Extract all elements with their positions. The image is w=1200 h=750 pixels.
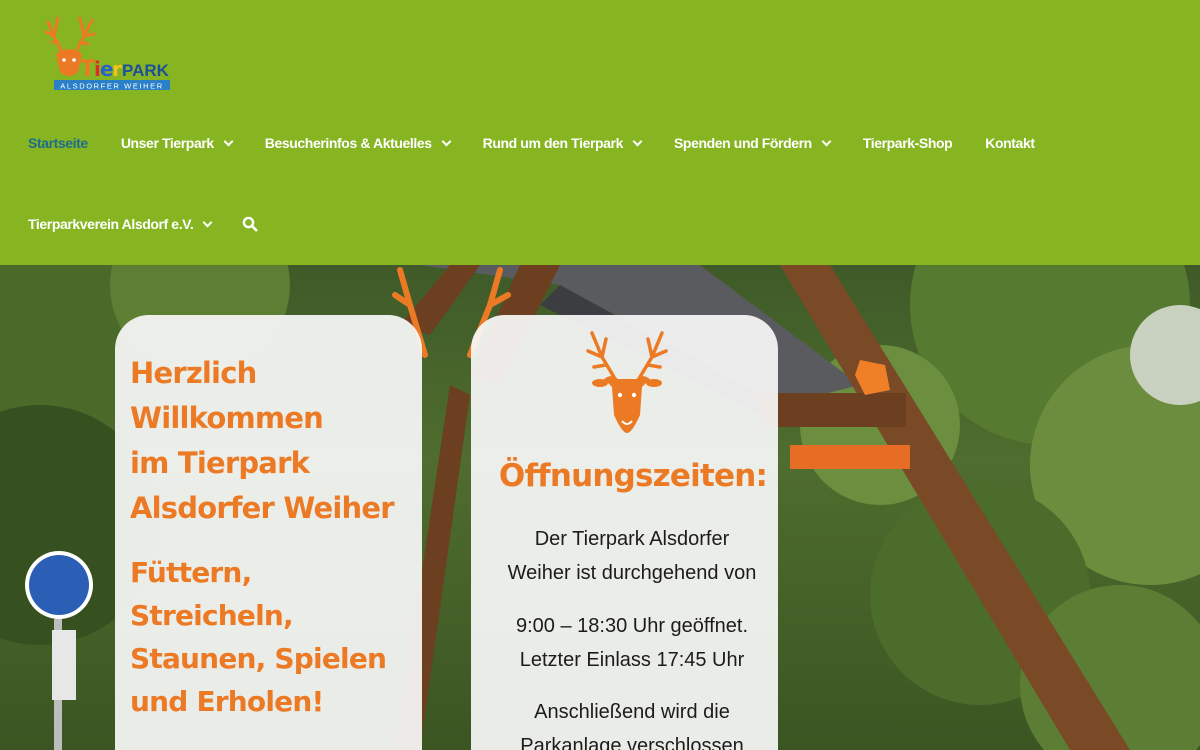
hours-line: Parkanlage verschlossen bbox=[520, 735, 744, 750]
hours-paragraph-3: Anschließend wird die Parkanlage verschl… bbox=[471, 695, 793, 750]
svg-text:PARK: PARK bbox=[122, 61, 170, 80]
hours-line: Weiher ist durchgehend von bbox=[507, 562, 757, 584]
nav-label: Unser Tierpark bbox=[120, 135, 214, 151]
nav-tierparkverein[interactable]: Tierparkverein Alsdorf e.V. bbox=[28, 214, 213, 234]
nav-label: Kontakt bbox=[985, 135, 1035, 151]
opening-hours-card: Öffnungszeiten: Der Tierpark Alsdorfer W… bbox=[471, 315, 778, 750]
welcome-line: Alsdorfer Weiher bbox=[130, 491, 395, 525]
main-nav-row-1: Startseite Unser Tierpark Besucherinfos … bbox=[28, 133, 1068, 153]
nav-label: Tierpark-Shop bbox=[862, 135, 953, 151]
search-icon bbox=[243, 216, 258, 232]
hours-paragraph-2: 9:00 – 18:30 Uhr geöffnet. Letzter Einla… bbox=[471, 609, 793, 677]
tagline-line: und Erholen! bbox=[130, 685, 324, 718]
main-nav-row-2: Tierparkverein Alsdorf e.V. bbox=[28, 214, 258, 234]
hours-line: Letzter Einlass 17:45 Uhr bbox=[519, 649, 745, 671]
tagline-line: Streicheln, bbox=[130, 599, 294, 632]
nav-startseite[interactable]: Startseite bbox=[28, 133, 88, 153]
nav-label: Tierparkverein Alsdorf e.V. bbox=[28, 216, 194, 232]
hours-line: Anschließend wird die bbox=[534, 701, 730, 723]
nav-label: Rund um den Tierpark bbox=[482, 135, 624, 151]
nav-besucherinfos[interactable]: Besucherinfos & Aktuelles bbox=[264, 133, 452, 153]
nav-label: Startseite bbox=[28, 135, 88, 151]
hours-line: 9:00 – 18:30 Uhr geöffnet. bbox=[515, 615, 749, 637]
nav-tierpark-shop[interactable]: Tierpark-Shop bbox=[862, 133, 953, 153]
site-header: T i e r PARK ALSDORFER WEIHER Startseite… bbox=[0, 0, 1200, 265]
welcome-line: Willkommen bbox=[130, 401, 324, 435]
tagline-line: Füttern, bbox=[130, 556, 252, 589]
deer-logo-icon: T i e r PARK ALSDORFER WEIHER bbox=[44, 16, 170, 91]
svg-text:r: r bbox=[112, 57, 122, 81]
hours-paragraph-1: Der Tierpark Alsdorfer Weiher ist durchg… bbox=[471, 522, 793, 590]
nav-kontakt[interactable]: Kontakt bbox=[985, 133, 1035, 153]
hero-section: Herzlich Willkommen im Tierpark Alsdorfe… bbox=[0, 265, 1200, 750]
nav-spenden-und-foerdern[interactable]: Spenden und Fördern bbox=[673, 133, 832, 153]
nav-label: Spenden und Fördern bbox=[673, 135, 812, 151]
opening-hours-title: Öffnungszeiten: bbox=[498, 458, 768, 494]
tagline-line: Staunen, Spielen bbox=[130, 642, 387, 675]
chevron-down-icon bbox=[223, 136, 234, 146]
welcome-tagline: Füttern, Streicheln, Staunen, Spielen un… bbox=[130, 551, 420, 723]
welcome-line: Herzlich bbox=[130, 356, 257, 390]
chevron-down-icon bbox=[821, 136, 832, 146]
nav-unser-tierpark[interactable]: Unser Tierpark bbox=[120, 133, 234, 153]
nav-label: Besucherinfos & Aktuelles bbox=[264, 135, 432, 151]
svg-text:T: T bbox=[80, 57, 95, 82]
chevron-down-icon bbox=[632, 136, 643, 146]
hours-line: Der Tierpark Alsdorfer bbox=[534, 528, 730, 550]
chevron-down-icon bbox=[441, 136, 452, 146]
welcome-heading: Herzlich Willkommen im Tierpark Alsdorfe… bbox=[130, 351, 420, 531]
chevron-down-icon bbox=[202, 217, 213, 227]
welcome-line: im Tierpark bbox=[130, 446, 310, 480]
search-button[interactable] bbox=[242, 216, 258, 232]
tierpark-logo[interactable]: T i e r PARK ALSDORFER WEIHER bbox=[42, 14, 174, 92]
welcome-card: Herzlich Willkommen im Tierpark Alsdorfe… bbox=[115, 315, 422, 750]
deer-head-icon bbox=[586, 331, 668, 433]
nav-rund-um-den-tierpark[interactable]: Rund um den Tierpark bbox=[482, 133, 643, 153]
svg-text:ALSDORFER WEIHER: ALSDORFER WEIHER bbox=[60, 82, 164, 91]
